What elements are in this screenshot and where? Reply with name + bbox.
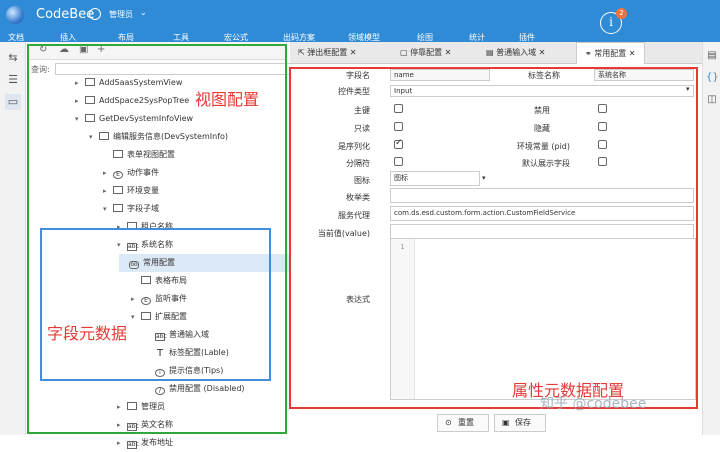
input-icon: ▤ <box>486 48 497 57</box>
app-name: CodeBee <box>36 7 95 22</box>
save-icon: ▣ <box>502 418 510 427</box>
reset-button[interactable]: ⊙ 重置 <box>437 414 489 432</box>
tab-dock[interactable]: ▢ 停靠配置 ✕ <box>400 42 451 64</box>
left-toolbar: ⇆ ☰ ▭ <box>0 42 26 435</box>
reset-icon: ⊙ <box>445 418 452 427</box>
field-annotation: 字段元数据 <box>47 324 128 343</box>
view-annotation: 视图配置 <box>195 90 260 109</box>
popup-icon: ⇱ <box>298 48 308 57</box>
dock-icon: ▢ <box>400 48 411 57</box>
input-icon: abc <box>127 441 139 449</box>
window-icon[interactable]: ▭ <box>5 94 21 110</box>
share-icon[interactable]: ⇆ <box>5 50 21 66</box>
notification-badge: 2 <box>616 8 627 19</box>
tab-popup[interactable]: ⇱ 弹出框配置 ✕ <box>298 42 357 64</box>
database-icon[interactable]: ☰ <box>5 72 21 88</box>
save-button[interactable]: ▣ 保存 <box>494 414 546 432</box>
chevron-down-icon[interactable]: ⌄ <box>140 8 147 17</box>
tree-row[interactable]: ▸ abc 发布地址 <box>117 434 173 452</box>
layers-icon[interactable]: ◫ <box>706 94 718 108</box>
user-name[interactable]: 管理员 <box>109 9 133 20</box>
tab-input[interactable]: ▤ 普通输入域 ✕ <box>486 42 545 64</box>
chevron-right-icon[interactable]: ▸ <box>117 434 127 452</box>
user-icon[interactable] <box>89 8 101 20</box>
link-icon: ⚭ <box>585 49 595 58</box>
watermark: 知乎 @codebee <box>540 396 647 412</box>
field-annotation-box <box>40 228 271 381</box>
app-logo <box>6 6 24 24</box>
tab-bar: ⇱ 弹出框配置 ✕ ▢ 停靠配置 ✕ ▤ 普通输入域 ✕ ⚭ 常用配置 ✕ <box>290 42 702 64</box>
tab-common[interactable]: ⚭ 常用配置 ✕ <box>576 42 645 64</box>
right-toolbar: ▤ {} ◫ <box>702 42 720 435</box>
braces-icon[interactable]: {} <box>706 72 719 86</box>
attr-annotation-box <box>289 67 698 409</box>
top-bar: CodeBee 管理员 ⌄ i 2 文档 插入 布局 工具 宏公式 出码方案 领… <box>0 0 720 42</box>
page-icon[interactable]: ▤ <box>706 50 718 64</box>
